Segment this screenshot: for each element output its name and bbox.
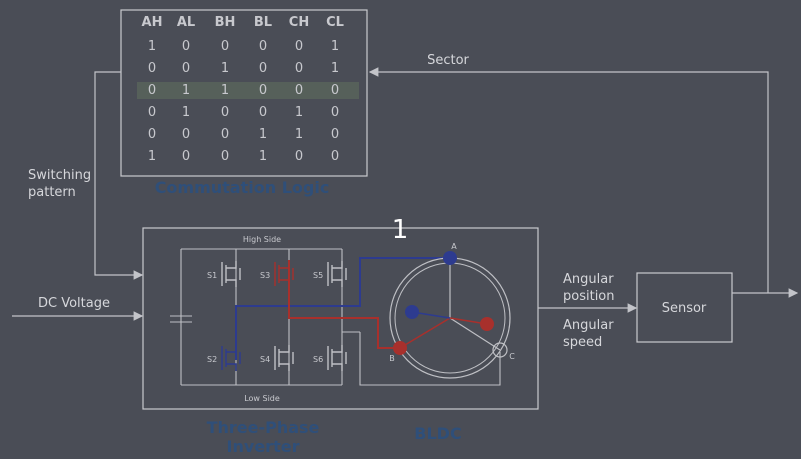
table-cell: 1 bbox=[331, 61, 339, 76]
switch-group: S1 S3 S5 S2 S4 S6 bbox=[207, 261, 347, 371]
table-cell: 0 bbox=[295, 61, 303, 76]
transistor-switch: S1 bbox=[207, 261, 241, 287]
angular-position-line2: position bbox=[563, 289, 615, 304]
table-cell: 0 bbox=[148, 61, 156, 76]
phase-a-label: A bbox=[451, 242, 457, 251]
table-cell: 0 bbox=[221, 105, 229, 120]
commutation-logic-table: AH AL BH BL CH CL 1 0 0 0 0 1 0 0 1 0 0 1 0 1 1 0 0 0 0 1 0 0… bbox=[120, 9, 368, 177]
inverter-title-line1: Three-Phase bbox=[207, 418, 320, 437]
overlay-number: 1 bbox=[392, 215, 409, 245]
table-cell: 0 bbox=[259, 105, 267, 120]
table-cell: 0 bbox=[182, 39, 190, 54]
rotor-north bbox=[405, 305, 419, 319]
table-cell: 0 bbox=[259, 61, 267, 76]
low-side-label: Low Side bbox=[244, 394, 280, 403]
dc-voltage-label: DC Voltage bbox=[38, 296, 110, 311]
table-cell: 1 bbox=[295, 105, 303, 120]
table-cell: 0 bbox=[331, 83, 339, 98]
table-cell: 1 bbox=[295, 127, 303, 142]
transistor-switch: S4 bbox=[260, 345, 294, 371]
table-cell: 0 bbox=[148, 127, 156, 142]
table-cell: 0 bbox=[259, 83, 267, 98]
bldc-control-diagram: AH AL BH BL CH CL 1 0 0 0 0 1 0 0 1 0 0 1 0 1 1 0 0 0 0 1 0 0… bbox=[12, 9, 799, 456]
table-cell: 1 bbox=[221, 61, 229, 76]
sector-label: Sector bbox=[427, 53, 469, 68]
table-cell: 1 bbox=[148, 39, 156, 54]
switch-label: S1 bbox=[207, 271, 217, 280]
inverter-title-line2: Inverter bbox=[227, 437, 300, 456]
commutation-logic-title: Commutation Logic bbox=[155, 178, 330, 197]
phase-b-wire bbox=[288, 260, 400, 349]
transistor-switch: S5 bbox=[313, 261, 347, 287]
table-cell: 1 bbox=[182, 83, 190, 98]
switch-label: S2 bbox=[207, 355, 217, 364]
switch-label: S5 bbox=[313, 271, 323, 280]
table-cell: 1 bbox=[259, 127, 267, 142]
table-cell: 0 bbox=[331, 105, 339, 120]
diagram-stage: AH AL BH BL CH CL 1 0 0 0 0 1 0 0 1 0 0 1 0 1 1 0 0 0 0 1 0 0… bbox=[0, 0, 801, 459]
bldc-title: BLDC bbox=[414, 424, 461, 443]
phase-a-node bbox=[443, 251, 457, 265]
table-cell: 0 bbox=[331, 127, 339, 142]
table-cell: 0 bbox=[182, 149, 190, 164]
table-cell: 0 bbox=[259, 39, 267, 54]
table-cell: 1 bbox=[221, 83, 229, 98]
table-cell: 0 bbox=[148, 105, 156, 120]
table-cell: 0 bbox=[295, 83, 303, 98]
table-cell: 0 bbox=[148, 83, 156, 98]
switching-pattern-line bbox=[94, 71, 144, 280]
switching-label-line2: pattern bbox=[28, 185, 76, 200]
phase-b-label: B bbox=[389, 354, 395, 363]
table-cell: 1 bbox=[182, 105, 190, 120]
switch-label: S6 bbox=[313, 355, 323, 364]
table-cell: 0 bbox=[221, 127, 229, 142]
switch-label: S4 bbox=[260, 355, 270, 364]
table-cell: 1 bbox=[148, 149, 156, 164]
bldc-motor: A B C bbox=[389, 242, 515, 379]
col-header: AL bbox=[177, 15, 195, 30]
table-cell: 0 bbox=[331, 149, 339, 164]
high-side-label: High Side bbox=[243, 235, 281, 244]
table-cell: 0 bbox=[295, 39, 303, 54]
table-cell: 0 bbox=[221, 39, 229, 54]
col-header: CL bbox=[326, 15, 344, 30]
transistor-switch: S6 bbox=[313, 345, 347, 371]
table-cell: 0 bbox=[221, 149, 229, 164]
phase-c-label: C bbox=[509, 352, 515, 361]
angular-speed-line1: Angular bbox=[563, 318, 614, 333]
highlighted-row bbox=[137, 82, 359, 99]
table-body: 1 0 0 0 0 1 0 0 1 0 0 1 0 1 1 0 0 0 0 1 0 0 1 0 0 0 0 1 1 0 1 0 0 1 0 0 bbox=[148, 39, 339, 164]
phase-b-node bbox=[393, 341, 407, 355]
angular-position-line1: Angular bbox=[563, 272, 614, 287]
table-cell: 0 bbox=[295, 149, 303, 164]
sector-feedback-line bbox=[368, 67, 769, 293]
col-header: CH bbox=[289, 15, 309, 30]
col-header: BL bbox=[254, 15, 272, 30]
table-cell: 0 bbox=[182, 61, 190, 76]
switching-label-line1: Switching bbox=[28, 168, 91, 183]
rotor-south bbox=[480, 317, 494, 331]
table-cell: 0 bbox=[182, 127, 190, 142]
col-header: BH bbox=[215, 15, 236, 30]
switch-label: S3 bbox=[260, 271, 270, 280]
sensor-label: Sensor bbox=[662, 301, 707, 316]
col-header: AH bbox=[142, 15, 163, 30]
table-cell: 1 bbox=[259, 149, 267, 164]
angular-speed-line2: speed bbox=[563, 335, 602, 350]
table-cell: 1 bbox=[331, 39, 339, 54]
